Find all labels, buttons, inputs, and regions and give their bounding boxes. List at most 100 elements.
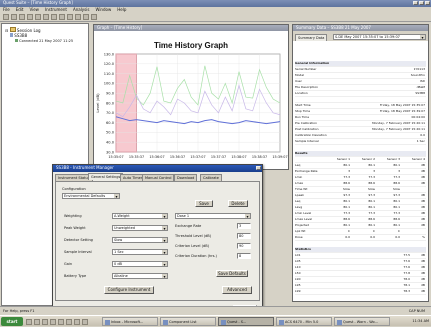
dose-setting-input[interactable]: 3 bbox=[237, 223, 251, 229]
tab-summary-data[interactable]: Summary Data bbox=[295, 34, 328, 41]
table-cell: Pre Calibration bbox=[295, 121, 318, 125]
report-icon[interactable] bbox=[83, 14, 89, 20]
tab-general-settings[interactable]: General Settings bbox=[88, 173, 124, 180]
browser-icon[interactable] bbox=[34, 319, 40, 325]
y-axis-label: Level (dB) bbox=[95, 93, 100, 113]
dose-select[interactable]: Dose 1 bbox=[175, 213, 251, 219]
notes-icon[interactable] bbox=[74, 319, 80, 325]
configure-instrument-button[interactable]: Configure Instrument bbox=[104, 286, 154, 294]
tab-manual-control[interactable]: Manual Control bbox=[142, 174, 175, 181]
delete-button[interactable]: Delete bbox=[228, 200, 248, 207]
setting-select[interactable]: A-Weight bbox=[112, 213, 168, 219]
table-cell: 80.1 bbox=[343, 163, 350, 167]
table-cell: 3 bbox=[373, 169, 375, 173]
help-icon[interactable] bbox=[91, 14, 97, 20]
open-icon[interactable] bbox=[11, 14, 17, 20]
explorer-icon[interactable] bbox=[50, 319, 56, 325]
menu-item-edit[interactable]: Edit bbox=[16, 7, 24, 12]
task-button[interactable]: Quest - S... bbox=[218, 317, 274, 326]
table-icon[interactable] bbox=[75, 14, 81, 20]
x-tick-label: 15:35:37 bbox=[129, 155, 144, 159]
graph-icon[interactable] bbox=[67, 14, 73, 20]
instrument-icon[interactable] bbox=[59, 14, 65, 20]
table-cell: dB bbox=[421, 253, 425, 257]
paste-icon[interactable] bbox=[51, 14, 57, 20]
advanced-button[interactable]: Advanced bbox=[222, 286, 252, 294]
setting-label: Battery Type bbox=[64, 274, 87, 278]
task-button[interactable]: Component List bbox=[160, 317, 216, 326]
menu-item-view[interactable]: View bbox=[29, 7, 39, 12]
menu-item-help[interactable]: Help bbox=[117, 7, 126, 12]
table-cell: Model bbox=[295, 73, 305, 77]
table-cell: 77.6 bbox=[403, 259, 410, 263]
y-tick-label: 60.0 bbox=[106, 121, 115, 125]
close-button[interactable] bbox=[425, 1, 430, 5]
setting-select[interactable]: Alkaline bbox=[112, 273, 168, 279]
start-button[interactable]: start bbox=[1, 317, 23, 326]
cut-icon[interactable] bbox=[35, 14, 41, 20]
graph-window-title: Graph – [Time History] bbox=[97, 25, 143, 30]
table-cell bbox=[400, 187, 425, 192]
dose-setting-input[interactable]: 8 bbox=[237, 253, 251, 259]
menu-item-window[interactable]: Window bbox=[95, 7, 111, 12]
save-defaults-button[interactable]: Save Defaults bbox=[216, 270, 248, 277]
y-tick-label: 80.0 bbox=[106, 101, 115, 105]
dialog-close-button[interactable] bbox=[256, 166, 261, 170]
table-cell: 80.1 bbox=[368, 223, 375, 227]
setting-select[interactable]: Unweighted bbox=[112, 225, 168, 231]
tab-download[interactable]: Download bbox=[174, 174, 198, 181]
media-icon[interactable] bbox=[58, 319, 64, 325]
app-title: Quest Suite – [Time History Graph] bbox=[3, 0, 73, 5]
minimize-button[interactable] bbox=[413, 1, 418, 5]
table-cell: 78.1 bbox=[403, 283, 410, 287]
dose-setting-input[interactable]: 90 bbox=[237, 243, 251, 249]
expand-icon[interactable]: ⊟ bbox=[5, 28, 8, 33]
copy-icon[interactable] bbox=[43, 14, 49, 20]
status-bar: For Help, press F1 CAP NUM bbox=[0, 306, 431, 315]
mail-icon[interactable] bbox=[42, 319, 48, 325]
setting-select[interactable]: 1 Sec bbox=[112, 249, 168, 255]
task-button[interactable]: Quest - Worn - Wo... bbox=[334, 317, 390, 326]
y-tick-label: 110.0 bbox=[104, 72, 115, 76]
measurement-settings: Weighting A-Weight Peak Weight Unweighted De… bbox=[64, 213, 174, 288]
task-button[interactable]: Inbox - Microsoft... bbox=[102, 317, 158, 326]
x-tick-label: 15:39:07 bbox=[272, 155, 287, 159]
table-cell bbox=[295, 97, 345, 102]
app-title-bar: Quest Suite – [Time History Graph] bbox=[0, 0, 431, 7]
tab-instrument-status[interactable]: Instrument Status bbox=[55, 174, 93, 181]
search-icon[interactable] bbox=[82, 319, 88, 325]
print-icon[interactable] bbox=[27, 14, 33, 20]
configuration-select[interactable]: Environmental Defaults bbox=[62, 193, 120, 199]
summary-window: Summary Data – SS3B8 21 May 2007 Summary… bbox=[292, 24, 429, 302]
app-icon[interactable] bbox=[66, 319, 72, 325]
save-icon[interactable] bbox=[19, 14, 25, 20]
x-tick-label: 15:37:07 bbox=[190, 155, 205, 159]
task-button[interactable]: ACS 6470 - Min 5.0 bbox=[276, 317, 332, 326]
tab-calibrate[interactable]: Calibrate bbox=[200, 174, 222, 181]
table-cell: dB bbox=[421, 205, 425, 209]
setting-label: Detector Setting bbox=[64, 238, 93, 242]
table-cell: 80.1 bbox=[343, 205, 350, 209]
table-cell: dB bbox=[421, 193, 425, 197]
new-icon[interactable] bbox=[3, 14, 9, 20]
dose-setting-input[interactable]: 80 bbox=[237, 233, 251, 239]
tree-session[interactable]: Connected 21 May 2007 11:25 bbox=[15, 39, 73, 43]
x-tick-label: 15:36:07 bbox=[149, 155, 164, 159]
menu-item-analysis[interactable]: Analysis bbox=[73, 7, 89, 12]
save-button[interactable]: Save bbox=[195, 200, 213, 207]
table-cell: dB bbox=[421, 175, 425, 179]
table-cell: SS3B8 bbox=[415, 91, 425, 95]
table-cell: C bbox=[372, 229, 375, 233]
dose-setting-label: Criterion Duration (hrs.) bbox=[175, 254, 217, 258]
session-select[interactable]: S.DE May 2007 15:35:07 to 15:39:07 bbox=[333, 34, 426, 40]
menu-item-file[interactable]: File bbox=[3, 7, 10, 12]
table-cell: L10 bbox=[295, 265, 301, 269]
tree-instrument[interactable]: SS3B8 bbox=[10, 33, 27, 38]
table-cell: Lavg bbox=[295, 205, 303, 209]
maximize-button[interactable] bbox=[419, 1, 424, 5]
setting-select[interactable]: 0 dB bbox=[112, 261, 168, 267]
menu-item-instrument[interactable]: Instrument bbox=[45, 7, 67, 12]
setting-select[interactable]: Slow bbox=[112, 237, 168, 243]
setting-label: Peak Weight bbox=[64, 226, 86, 230]
desktop-icon[interactable] bbox=[26, 319, 32, 325]
